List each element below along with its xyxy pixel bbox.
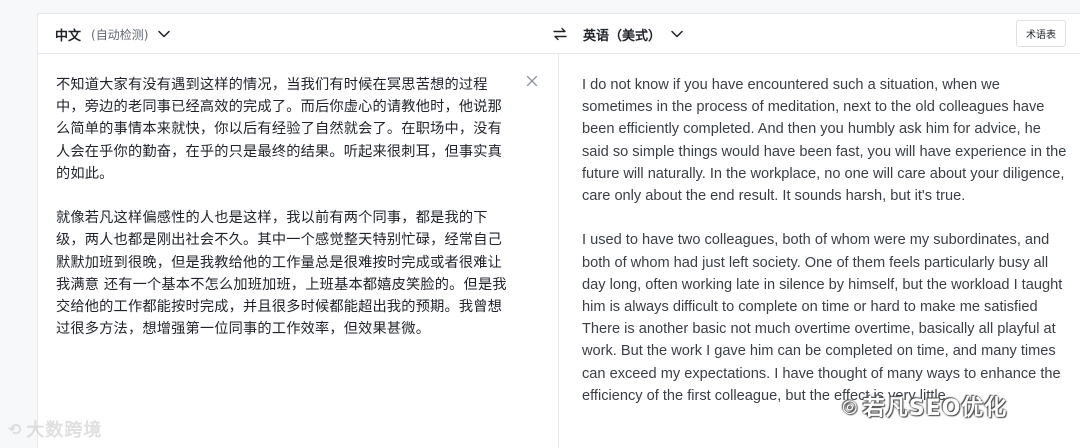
watermark-right: ◎ 若凡SEO优化 (842, 390, 1007, 422)
target-language-label: 英语（美式） (583, 28, 662, 44)
translation-output: I do not know if you have encountered su… (582, 74, 1067, 407)
language-bar: 中文 (自动检测) 英语（美式） 术语表 (38, 14, 1080, 54)
source-text-area[interactable]: 不知道大家有没有遇到这样的情况，当我们有时候在冥思苦想的过程中，旁边的老同事已经… (56, 74, 509, 340)
source-language-label: 中文 (55, 28, 82, 44)
chevron-down-icon (671, 30, 683, 38)
pane-divider (558, 54, 559, 448)
watermark-left-text: 大数跨境 (26, 420, 103, 441)
chevron-down-icon (158, 30, 171, 38)
watermark-logo-icon: ◎ (842, 395, 859, 417)
watermark-logo-icon: ⟲ (8, 419, 23, 439)
source-language-selector[interactable]: 中文 (自动检测) (55, 14, 171, 54)
close-icon[interactable] (524, 73, 540, 89)
target-language-selector[interactable]: 英语（美式） (583, 14, 683, 54)
translation-paragraph: I do not know if you have encountered su… (582, 77, 1067, 205)
glossary-button[interactable]: 术语表 (1016, 20, 1066, 47)
auto-detect-label: (自动检测) (91, 27, 149, 42)
watermark-left: ⟲ 大数跨境 (8, 416, 102, 442)
swap-languages-icon[interactable] (550, 24, 570, 44)
source-paragraph: 就像若凡这样偏感性的人也是这样，我以前有两个同事，都是我的下级，两人也都是刚出社… (56, 210, 507, 338)
translation-paragraph: I used to have two colleagues, both of w… (582, 232, 1063, 404)
source-paragraph: 不知道大家有没有遇到这样的情况，当我们有时候在冥思苦想的过程中，旁边的老同事已经… (56, 77, 503, 182)
watermark-right-text: 若凡SEO优化 (862, 396, 1008, 421)
